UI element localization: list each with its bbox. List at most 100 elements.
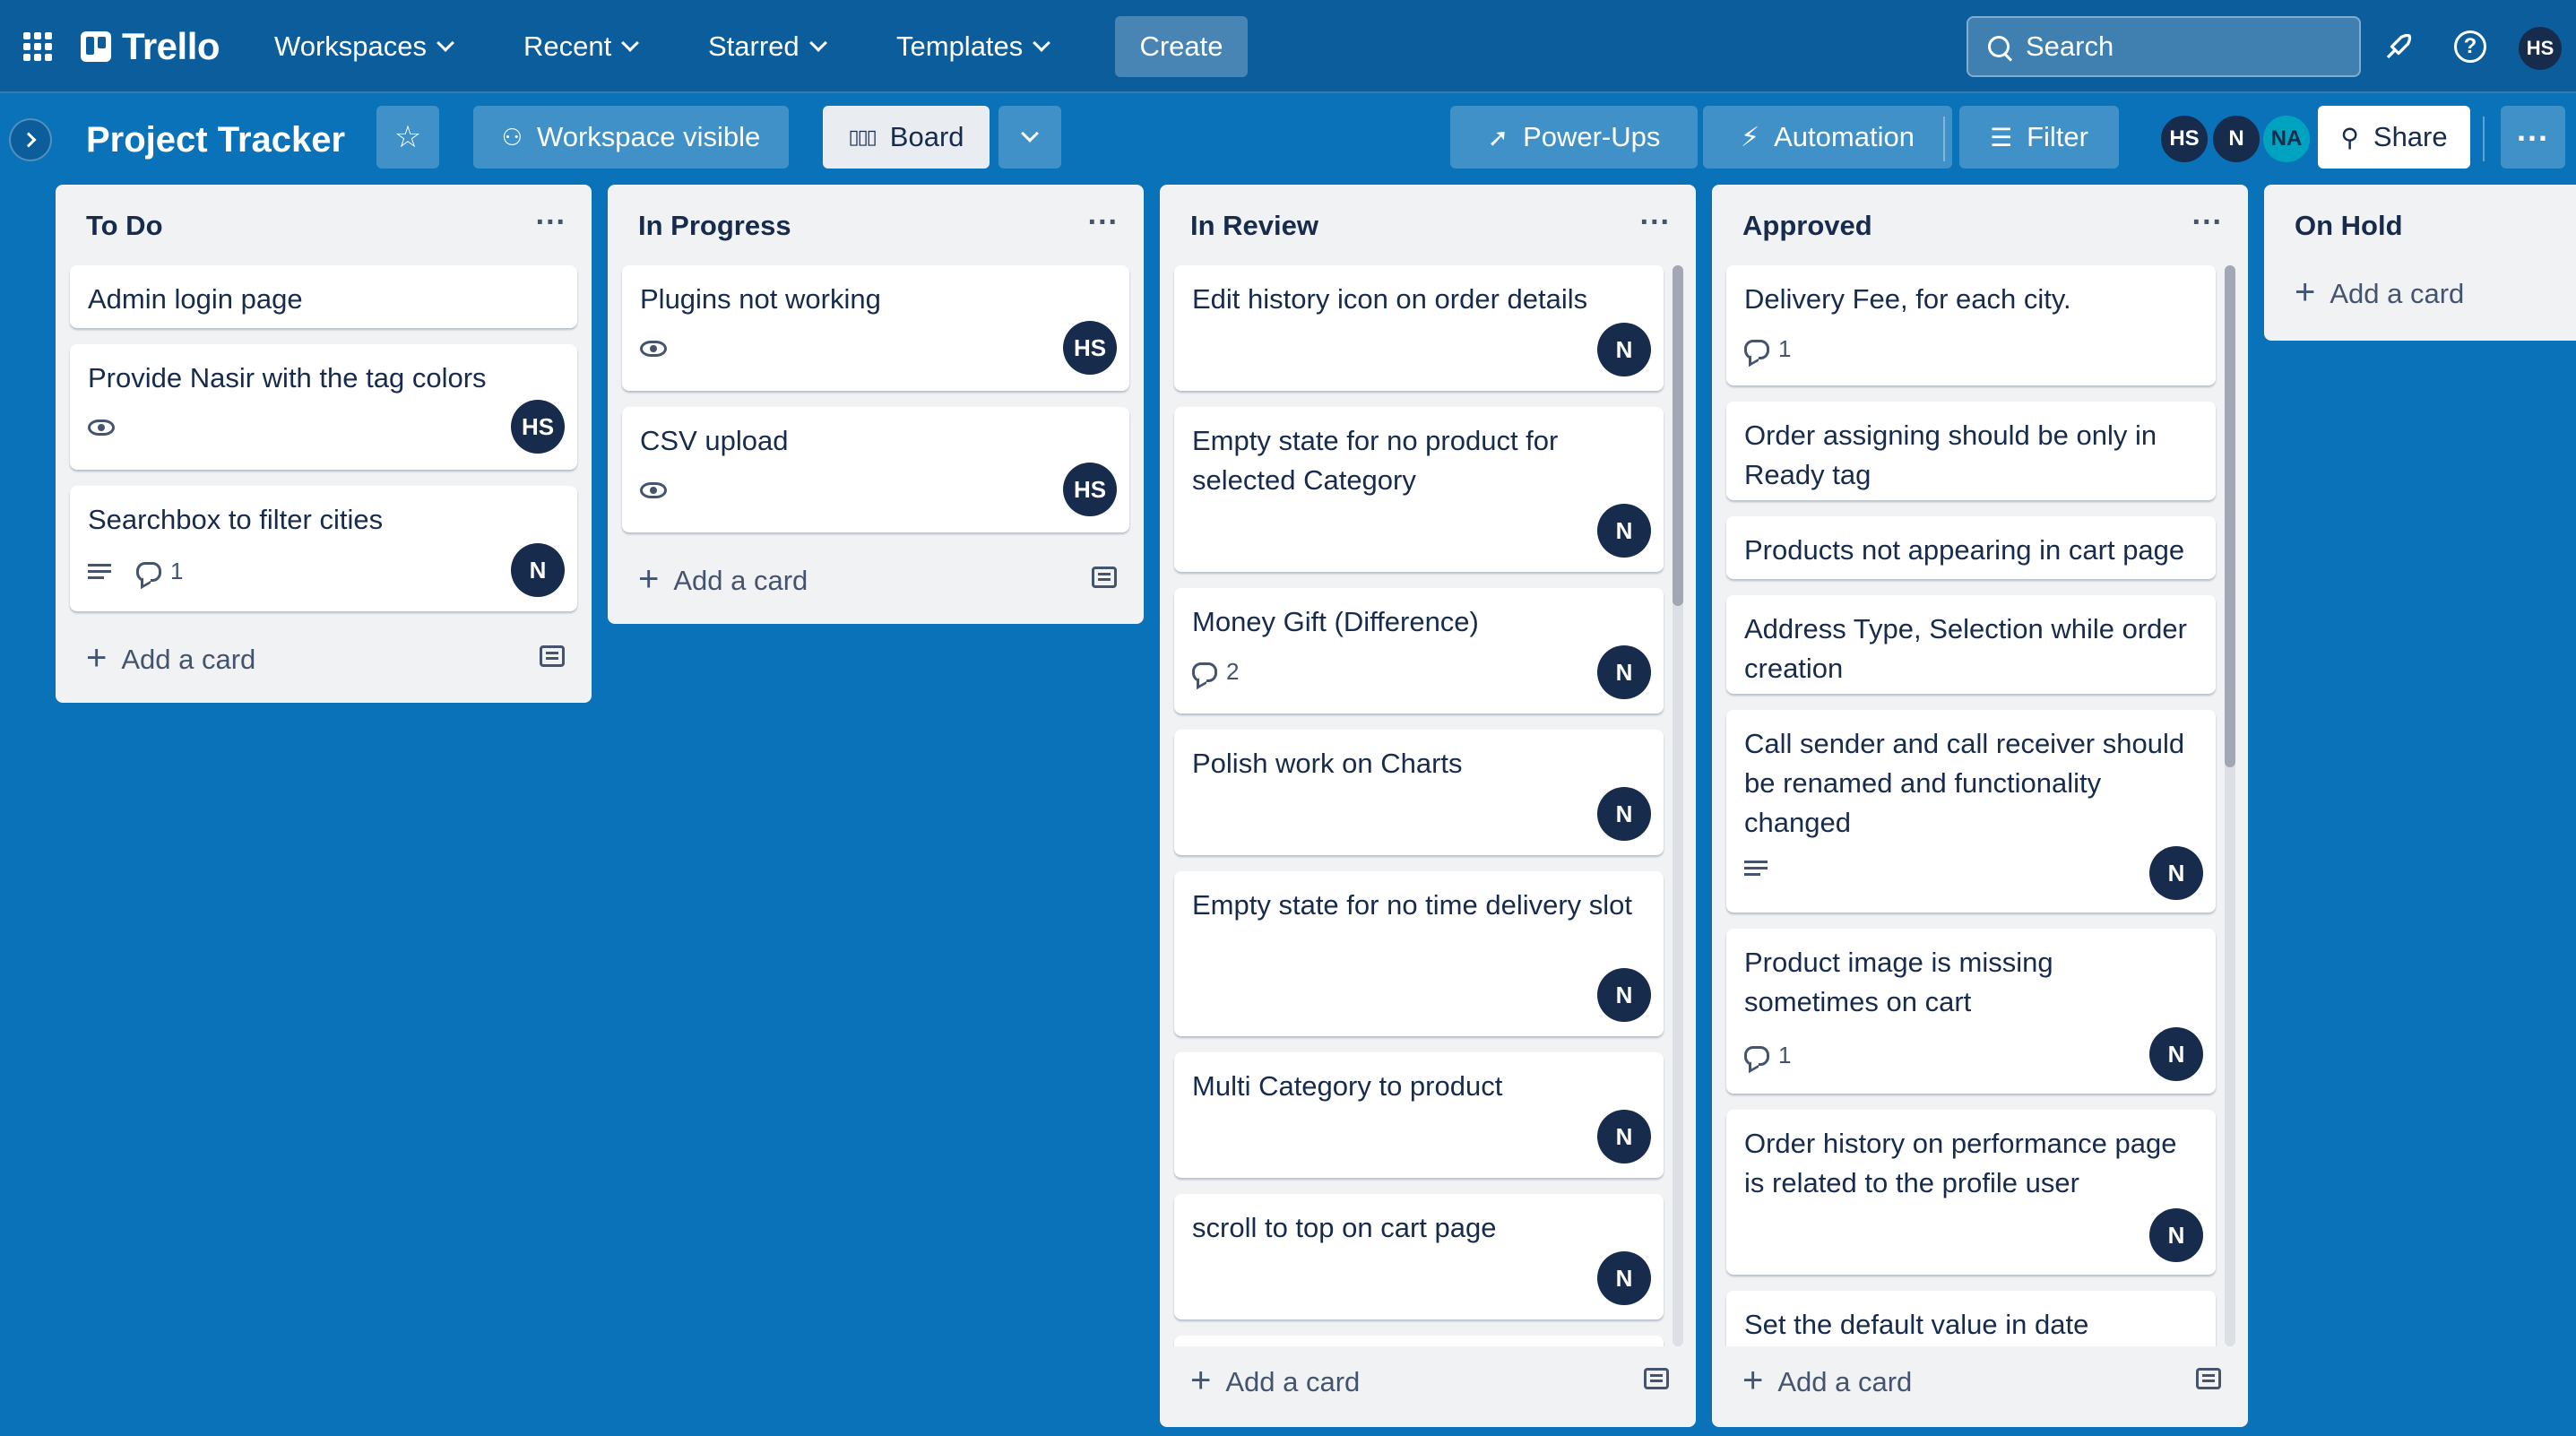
card-member-avatar[interactable]: N xyxy=(2149,1027,2203,1081)
user-avatar[interactable]: HS xyxy=(2519,27,2562,70)
card-title: scroll to top on cart page xyxy=(1192,1212,1497,1243)
card-member-avatar[interactable]: N xyxy=(1597,645,1651,699)
card[interactable]: Delivery Fee, for each city. 1 xyxy=(1726,265,2216,385)
card[interactable]: Multi Category to product N xyxy=(1174,1052,1664,1178)
views-dropdown-button[interactable] xyxy=(998,106,1061,169)
board-view-label: Board xyxy=(889,121,964,152)
list-title[interactable]: In Progress xyxy=(638,210,791,242)
list-title[interactable]: To Do xyxy=(86,210,163,242)
list-title[interactable]: Approved xyxy=(1742,210,1872,242)
app-switcher-icon[interactable] xyxy=(23,32,52,61)
card[interactable]: Plugins not working HS xyxy=(622,265,1129,391)
card[interactable]: Searchbox to filter cities 1 N xyxy=(70,486,577,611)
share-button[interactable]: ⚲ Share xyxy=(2318,106,2470,169)
card-badges: 1 xyxy=(1744,335,1791,363)
card-title: Money Gift (Difference) xyxy=(1192,606,1479,637)
plus-icon: + xyxy=(1190,1361,1212,1400)
comment-icon xyxy=(136,561,161,582)
list-approved: Approved ... Delivery Fee, for each city… xyxy=(1712,185,2248,1427)
card-badges: 2 xyxy=(1192,658,1239,686)
description-icon xyxy=(88,564,111,579)
list-title[interactable]: On Hold xyxy=(2295,210,2403,242)
member-avatar-n[interactable]: N xyxy=(2210,113,2262,165)
card-member-avatar[interactable]: N xyxy=(1597,968,1651,1022)
watch-icon xyxy=(640,341,667,357)
card-template-icon[interactable] xyxy=(540,645,565,667)
notifications-icon[interactable] xyxy=(2379,27,2418,66)
card[interactable]: Polish work on Charts N xyxy=(1174,730,1664,855)
card[interactable]: Set the default value in date xyxy=(1726,1291,2216,1346)
rocket-icon: ➚ xyxy=(1487,123,1509,151)
card-member-avatar[interactable]: N xyxy=(2149,846,2203,900)
add-card-button[interactable]: + Add a card xyxy=(2295,274,2465,310)
card-member-avatar[interactable]: N xyxy=(1597,504,1651,558)
card-member-avatar[interactable]: N xyxy=(511,543,565,597)
card[interactable]: Money Gift (Difference) 2 N xyxy=(1174,588,1664,714)
add-card-label: Add a card xyxy=(2330,278,2465,309)
list-menu-icon[interactable]: ... xyxy=(2192,197,2223,232)
card[interactable]: scroll to top on cart page N xyxy=(1174,1194,1664,1319)
card[interactable]: Order history on performance page is rel… xyxy=(1726,1110,2216,1275)
card[interactable]: Edit history icon on order details N xyxy=(1174,265,1664,391)
nav-templates[interactable]: Templates xyxy=(887,20,1057,74)
card[interactable]: Empty state for no product for selected … xyxy=(1174,407,1664,572)
nav-workspaces[interactable]: Workspaces xyxy=(265,20,461,74)
card-member-avatar[interactable]: N xyxy=(1597,1110,1651,1164)
list-scrollbar[interactable] xyxy=(1673,265,1683,1346)
list-title[interactable]: In Review xyxy=(1190,210,1318,242)
card[interactable]: Provide Nasir with the tag colors HS xyxy=(70,344,577,470)
scrollbar-thumb[interactable] xyxy=(1673,265,1683,606)
card-member-avatar[interactable]: N xyxy=(1597,1251,1651,1305)
visibility-button[interactable]: ⚇ Workspace visible xyxy=(473,106,789,169)
filter-button[interactable]: ☰ Filter xyxy=(1959,106,2119,169)
card[interactable]: CSV upload HS xyxy=(622,407,1129,532)
board-view-button[interactable]: ▯▯▯ Board xyxy=(823,106,990,169)
member-avatar-hs[interactable]: HS xyxy=(2158,113,2210,165)
card[interactable]: Admin login page xyxy=(70,265,577,328)
add-card-button[interactable]: + Add a card xyxy=(638,561,808,597)
list-menu-icon[interactable]: ... xyxy=(1088,197,1119,232)
card[interactable]: Product image is missing sometimes on ca… xyxy=(1726,929,2216,1094)
card-member-avatar[interactable]: N xyxy=(1597,323,1651,376)
star-board-button[interactable]: ☆ xyxy=(376,106,439,169)
chevron-down-icon xyxy=(1033,34,1051,52)
comments-count: 1 xyxy=(1778,1042,1792,1068)
board-menu-button[interactable]: ... xyxy=(2501,106,2565,169)
card[interactable] xyxy=(1174,1336,1664,1346)
card-template-icon[interactable] xyxy=(1092,567,1117,588)
card-template-icon[interactable] xyxy=(1644,1368,1669,1389)
card-member-avatar[interactable]: HS xyxy=(511,400,565,454)
card-member-avatar[interactable]: N xyxy=(2149,1208,2203,1262)
list-menu-icon[interactable]: ... xyxy=(536,197,566,232)
create-button[interactable]: Create xyxy=(1115,16,1248,77)
trello-logo[interactable]: Trello xyxy=(81,25,220,68)
list-menu-icon[interactable]: ... xyxy=(1640,197,1671,232)
power-ups-button[interactable]: ➚ Power-Ups xyxy=(1450,106,1698,169)
add-card-button[interactable]: + Add a card xyxy=(1742,1362,1912,1398)
sidebar-expand-button[interactable] xyxy=(9,118,52,161)
card-member-avatar[interactable]: N xyxy=(1597,787,1651,841)
board-title[interactable]: Project Tracker xyxy=(86,113,345,167)
search-input[interactable]: Search xyxy=(1967,16,2361,77)
card-title: Multi Category to product xyxy=(1192,1070,1503,1102)
nav-recent[interactable]: Recent xyxy=(514,20,645,74)
add-card-button[interactable]: + Add a card xyxy=(86,640,255,676)
member-avatar-na[interactable]: NA xyxy=(2260,113,2312,165)
help-icon[interactable]: ? xyxy=(2454,30,2486,63)
card-member-avatar[interactable]: HS xyxy=(1063,321,1117,375)
automation-button[interactable]: ⚡ Automation xyxy=(1703,106,1952,169)
card[interactable]: Address Type, Selection while order crea… xyxy=(1726,595,2216,694)
card-member-avatar[interactable]: HS xyxy=(1063,463,1117,516)
list-scrollbar[interactable] xyxy=(2225,265,2235,1346)
card[interactable]: Products not appearing in cart page xyxy=(1726,516,2216,579)
card[interactable]: Order assigning should be only in Ready … xyxy=(1726,402,2216,500)
nav-starred[interactable]: Starred xyxy=(699,20,834,74)
chevron-down-icon xyxy=(808,34,827,52)
trello-logo-icon xyxy=(81,31,111,62)
comment-icon xyxy=(1744,339,1769,359)
scrollbar-thumb[interactable] xyxy=(2225,265,2235,767)
add-card-button[interactable]: + Add a card xyxy=(1190,1362,1360,1398)
card[interactable]: Call sender and call receiver should be … xyxy=(1726,710,2216,913)
card[interactable]: Empty state for no time delivery slot N xyxy=(1174,871,1664,1036)
card-template-icon[interactable] xyxy=(2196,1368,2221,1389)
